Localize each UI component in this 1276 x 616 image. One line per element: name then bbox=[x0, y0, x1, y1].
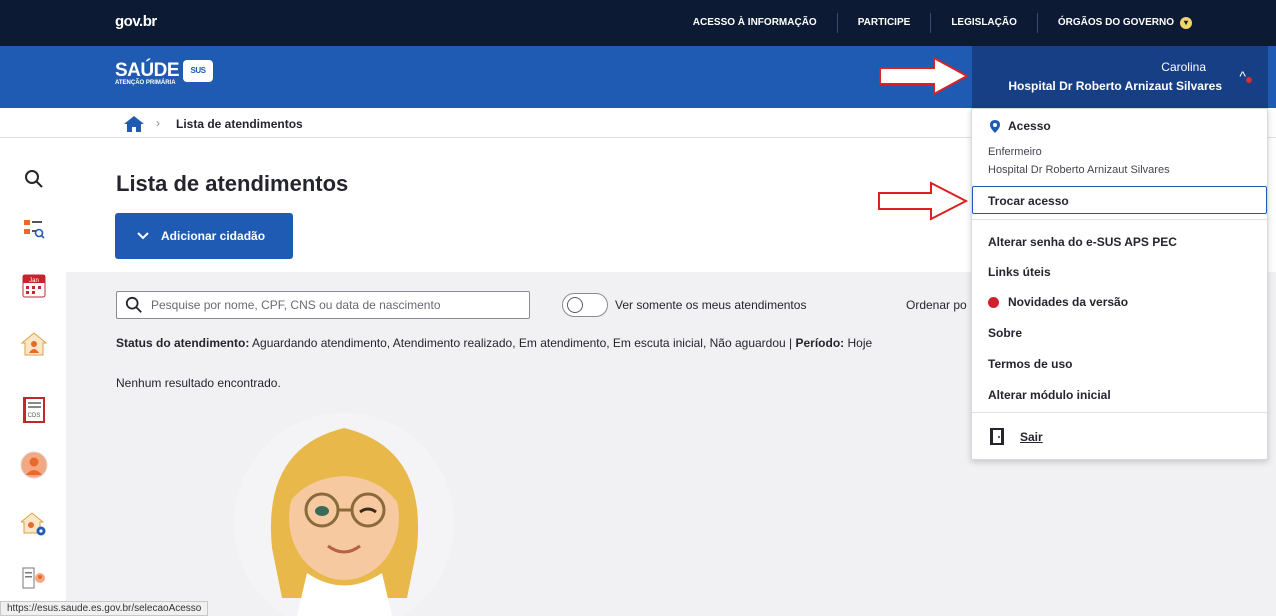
status-values: Aguardando atendimento, Atendimento real… bbox=[252, 336, 786, 350]
home-icon[interactable] bbox=[124, 116, 144, 132]
gov-link-agencies-label: ÓRGÃOS DO GOVERNO bbox=[1057, 17, 1174, 28]
person-icon bbox=[20, 451, 48, 479]
notification-dot bbox=[1246, 77, 1252, 83]
user-unit: Hospital Dr Roberto Arnizaut Silvares bbox=[1008, 79, 1222, 93]
search-icon bbox=[125, 296, 142, 313]
toggle-knob bbox=[567, 297, 583, 313]
status-label: Status do atendimento: bbox=[116, 336, 250, 350]
cds-label: CDS bbox=[28, 413, 41, 419]
user-name: Carolina bbox=[1161, 60, 1206, 74]
menu-divider bbox=[972, 219, 1267, 220]
breadcrumb-current: Lista de atendimentos bbox=[176, 117, 303, 131]
sidebar: Jan CDS bbox=[0, 139, 66, 616]
gov-bar: gov.br ACESSO À INFORMAÇÃO PARTICIPE LEG… bbox=[0, 0, 1276, 46]
search-field[interactable] bbox=[116, 291, 530, 319]
calendar-month: Jan bbox=[29, 278, 39, 284]
chevron-up-icon: ^ bbox=[1239, 68, 1246, 84]
browser-status-url: https://esus.saude.es.gov.br/selecaoAces… bbox=[0, 601, 209, 616]
sus-cross-icon: SUS bbox=[183, 60, 214, 82]
user-avatar-illustration bbox=[234, 413, 454, 616]
gov-link-legislation[interactable]: LEGISLAÇÃO bbox=[931, 13, 1038, 33]
my-attendances-toggle[interactable] bbox=[562, 293, 608, 317]
page-title: Lista de atendimentos bbox=[116, 171, 349, 196]
house-person-icon bbox=[21, 332, 47, 356]
add-citizen-label: Adicionar cidadão bbox=[161, 229, 266, 243]
access-heading: Acesso bbox=[1008, 119, 1051, 133]
exit-door-icon bbox=[990, 428, 1004, 445]
add-citizen-button[interactable]: Adicionar cidadão bbox=[115, 213, 293, 259]
sort-label: Ordenar po bbox=[906, 298, 967, 312]
patient-search-icon bbox=[24, 220, 45, 239]
cds-document-icon: CDS bbox=[23, 397, 45, 423]
access-unit: Hospital Dr Roberto Arnizaut Silvares bbox=[988, 164, 1170, 176]
sidebar-search[interactable] bbox=[20, 165, 48, 193]
gov-link-access-info[interactable]: ACESSO À INFORMAÇÃO bbox=[673, 13, 838, 33]
sidebar-cds[interactable]: CDS bbox=[20, 396, 48, 424]
about-item[interactable]: Sobre bbox=[988, 326, 1022, 340]
menu-divider bbox=[972, 412, 1267, 413]
sidebar-patient-search[interactable] bbox=[20, 215, 48, 243]
change-password-item[interactable]: Alterar senha do e-SUS APS PEC bbox=[988, 235, 1177, 249]
house-settings-icon bbox=[21, 512, 46, 536]
status-filter-summary: Status do atendimento: Aguardando atendi… bbox=[116, 336, 872, 350]
breadcrumb-separator: › bbox=[156, 116, 160, 130]
period-label: Período: bbox=[795, 336, 845, 350]
gov-link-participate[interactable]: PARTICIPE bbox=[838, 13, 932, 33]
brand-logo[interactable]: SAÚDE SUS ATENÇÃO PRIMÁRIA bbox=[115, 60, 214, 86]
user-dropdown-menu: Acesso Enfermeiro Hospital Dr Roberto Ar… bbox=[971, 108, 1268, 460]
sidebar-schedule[interactable]: Jan bbox=[20, 272, 48, 300]
terms-item[interactable]: Termos de uso bbox=[988, 357, 1072, 371]
search-icon bbox=[25, 170, 43, 188]
sidebar-citizen[interactable] bbox=[20, 451, 48, 479]
logout-item[interactable]: Sair bbox=[1020, 430, 1043, 444]
toggle-label: Ver somente os meus atendimentos bbox=[615, 298, 807, 312]
sidebar-home-visit[interactable] bbox=[20, 330, 48, 358]
initial-module-item[interactable]: Alterar módulo inicial bbox=[988, 388, 1111, 402]
location-pin-icon bbox=[990, 120, 1000, 133]
search-input[interactable] bbox=[151, 296, 521, 314]
empty-message: Nenhum resultado encontrado. bbox=[116, 376, 281, 390]
switch-access-label: Trocar acesso bbox=[988, 194, 1069, 208]
annotation-arrow-switch-access bbox=[878, 181, 969, 221]
calendar-icon: Jan bbox=[22, 274, 46, 298]
brand-name: SAÚDE bbox=[115, 60, 180, 81]
useful-links-item[interactable]: Links úteis bbox=[988, 265, 1051, 279]
access-role: Enfermeiro bbox=[988, 146, 1042, 158]
chevron-down-icon: ▾ bbox=[1180, 17, 1192, 29]
app-root: gov.br ACESSO À INFORMAÇÃO PARTICIPE LEG… bbox=[0, 0, 1276, 616]
annotation-arrow-user bbox=[879, 56, 970, 96]
chevron-down-icon bbox=[137, 232, 149, 240]
gov-link-agencies[interactable]: ÓRGÃOS DO GOVERNO ▾ bbox=[1038, 13, 1212, 33]
release-notes-item[interactable]: Novidades da versão bbox=[1008, 295, 1128, 309]
sidebar-territory[interactable] bbox=[20, 510, 48, 538]
gov-nav: ACESSO À INFORMAÇÃO PARTICIPE LEGISLAÇÃO… bbox=[673, 0, 1212, 46]
period-value: Hoje bbox=[847, 336, 873, 350]
sidebar-reports[interactable] bbox=[20, 565, 48, 593]
switch-access-item[interactable]: Trocar acesso bbox=[972, 186, 1267, 214]
user-menu-toggle[interactable]: Carolina Hospital Dr Roberto Arnizaut Si… bbox=[972, 46, 1268, 108]
gov-logo[interactable]: gov.br bbox=[115, 13, 157, 30]
report-person-icon bbox=[22, 567, 45, 589]
release-notes-alert-dot bbox=[988, 297, 999, 308]
